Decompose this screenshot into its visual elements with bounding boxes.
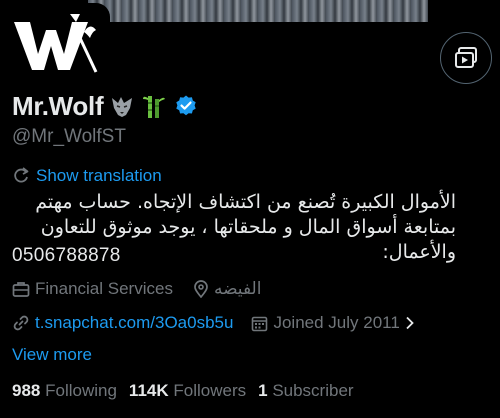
display-name: Mr.Wolf <box>12 90 104 121</box>
banner-image <box>88 0 428 22</box>
followers-label: Followers <box>173 381 247 400</box>
show-translation-link[interactable]: Show translation <box>12 166 162 186</box>
subscribers-count: 1 <box>258 381 268 400</box>
subscribers-label: Subscriber <box>272 381 354 400</box>
joined-label: Joined July 2011 <box>273 313 400 332</box>
category-item: Financial Services <box>12 279 173 299</box>
website-link[interactable]: t.snapchat.com/3Oa0sb5u <box>35 313 233 333</box>
following-count: 988 <box>12 381 41 400</box>
chevron-right-icon <box>406 316 414 330</box>
link-icon <box>13 315 29 331</box>
calendar-icon <box>252 316 268 331</box>
briefcase-icon <box>12 282 30 297</box>
following-label: Following <box>45 381 117 400</box>
bio-phone[interactable]: 0506788878 <box>12 245 121 267</box>
wolf-logo-icon <box>14 14 98 73</box>
profile-stats: 988 Following 114K Followers 1 Subscribe… <box>12 381 354 401</box>
meta-row-1: Financial Services الفيضه <box>12 279 261 299</box>
handle: @Mr_WolfST <box>12 126 126 147</box>
subscriptions-icon <box>455 47 477 68</box>
meta-row-2: t.snapchat.com/3Oa0sb5u Joined July 2011 <box>12 313 415 333</box>
category-label: Financial Services <box>35 279 173 298</box>
followers-count: 114K <box>128 381 169 400</box>
location-item: الفيضه <box>193 279 262 299</box>
bamboo-emoji-icon <box>141 93 167 119</box>
location-pin-icon <box>194 280 208 298</box>
wolf-emoji-icon <box>109 93 135 119</box>
avatar[interactable] <box>2 3 110 83</box>
show-translation-label: Show translation <box>36 166 162 185</box>
joined-item[interactable]: Joined July 2011 <box>251 313 414 333</box>
following-stat[interactable]: 988 Following <box>12 381 117 401</box>
verified-badge-icon[interactable] <box>173 93 199 119</box>
location-label: الفيضه <box>213 279 262 299</box>
refresh-icon <box>14 167 29 183</box>
view-more-link[interactable]: View more <box>12 345 92 365</box>
website-item[interactable]: t.snapchat.com/3Oa0sb5u <box>12 313 233 333</box>
subscribers-stat[interactable]: 1 Subscriber <box>258 381 353 401</box>
subscriptions-button[interactable] <box>440 32 492 84</box>
followers-stat[interactable]: 114K Followers <box>129 381 246 401</box>
name-row: Mr.Wolf <box>12 91 199 121</box>
